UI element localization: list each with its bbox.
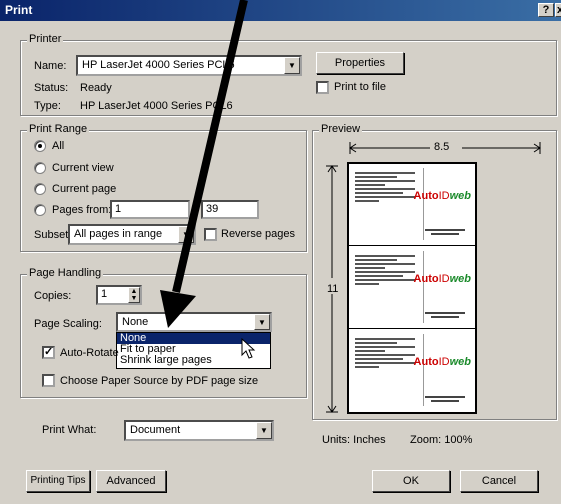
print-dialog: Print ? x Printer Name: HP LaserJet 4000…	[0, 0, 561, 504]
mouse-cursor-icon	[241, 338, 256, 359]
annotation-arrow	[160, 0, 248, 328]
